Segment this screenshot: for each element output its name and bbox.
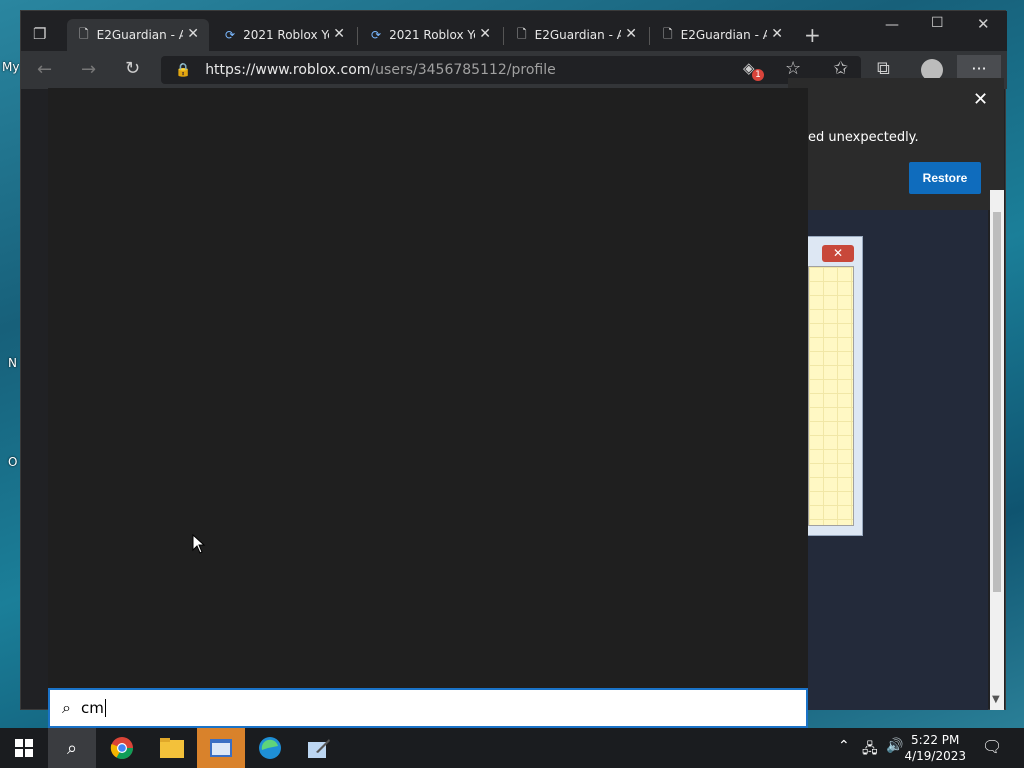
notifications-icon[interactable]: 🗨 [982,737,1002,756]
desktop-icon-label[interactable]: O [8,455,17,469]
show-hidden-icons-icon[interactable]: ⌃ [838,738,850,754]
folder-icon [160,738,184,758]
chrome-icon [110,737,133,759]
restore-message: ed unexpectedly. [808,130,919,145]
url-path: /users/3456785112/profile [370,62,556,78]
taskbar-edge[interactable] [246,728,294,768]
mouse-cursor-icon [192,534,206,554]
tab-roblox-2[interactable]: ⟳ 2021 Roblox Ye ✕ [359,19,501,51]
tab-actions-icon[interactable]: ❐ [33,25,46,43]
page-icon: 🗋 [79,26,89,41]
loading-icon: ⟳ [371,28,382,42]
taskbar-clock[interactable]: 5:22 PM 4/19/2023 [904,732,966,764]
scrollbar-thumb[interactable] [993,212,1001,592]
tab-separator [357,27,358,45]
close-tab-icon[interactable]: ✕ [187,26,199,42]
start-button[interactable] [0,728,48,768]
tab-roblox-1[interactable]: ⟳ 2021 Roblox Ye ✕ [213,19,355,51]
tab-label: 2021 Roblox Ye [389,28,476,42]
search-icon: ⌕ [62,698,71,717]
url-host: https://www.roblox.com [205,62,371,78]
taskbar-search-button[interactable]: ⌕ [48,728,96,768]
tab-strip: ❐ 🗋 E2Guardian - A ✕ ⟳ 2021 Roblox Ye ✕ … [21,11,1007,51]
tab-e2guardian-1[interactable]: 🗋 E2Guardian - A ✕ [67,19,209,51]
close-icon[interactable]: ✕ [822,245,854,262]
taskbar: ⌕ ⌃ 🖧 🔊 5:22 PM 4/19/2023 🗨 [0,728,1024,768]
page-icon: 🗋 [517,26,527,41]
tracking-badge: 1 [752,69,764,81]
refresh-icon[interactable]: ↻ [125,58,140,79]
taskbar-chrome[interactable] [98,728,146,768]
volume-icon[interactable]: 🔊 [886,738,903,754]
window-app-icon [210,739,232,757]
tab-separator [503,27,504,45]
close-tab-icon[interactable]: ✕ [479,26,491,42]
taskbar-notes-app[interactable] [295,728,343,768]
network-icon[interactable]: 🖧 [862,738,878,762]
start-search-panel [48,88,808,688]
add-favorite-icon[interactable]: ☆ [785,58,801,79]
restore-button[interactable]: Restore [909,162,981,194]
clock-time: 5:22 PM [911,733,960,747]
lock-icon[interactable]: 🔒 [175,63,191,78]
close-tab-icon[interactable]: ✕ [333,26,345,42]
tab-label: 2021 Roblox Ye [243,28,330,42]
scroll-down-icon[interactable]: ▼ [992,694,1000,705]
search-icon: ⌕ [66,737,78,759]
collections-icon[interactable]: ⧉ [877,58,890,79]
notes-body[interactable] [808,266,854,526]
minimize-icon[interactable]: — [885,17,899,33]
close-window-icon[interactable]: ✕ [977,15,990,33]
desktop-icon-label[interactable]: N [8,356,17,370]
favorites-icon[interactable]: ✩ [833,58,848,79]
tab-label: E2Guardian - A [680,28,767,42]
tab-e2guardian-3[interactable]: 🗋 E2Guardian - A ✕ [651,19,793,51]
clock-date: 4/19/2023 [904,749,966,763]
close-tab-icon[interactable]: ✕ [625,26,637,42]
text-caret [104,699,106,717]
search-input[interactable]: cm [81,699,104,717]
close-tab-icon[interactable]: ✕ [771,26,783,42]
tab-separator [649,27,650,45]
windows-logo-icon [15,739,33,757]
tab-label: E2Guardian - A [534,28,621,42]
page-icon: 🗋 [663,26,673,41]
start-search-box[interactable]: ⌕ cm [48,688,808,728]
maximize-icon[interactable]: ☐ [931,15,944,31]
desktop-icon-label[interactable]: My [2,60,19,74]
taskbar-active-app[interactable] [197,728,245,768]
back-icon[interactable]: ← [37,59,52,80]
new-tab-button[interactable]: + [804,23,821,47]
taskbar-file-explorer[interactable] [148,728,196,768]
tab-e2guardian-2[interactable]: 🗋 E2Guardian - A ✕ [505,19,647,51]
close-restore-icon[interactable]: ✕ [973,89,988,110]
forward-icon[interactable]: → [81,59,96,80]
notepad-icon [308,739,330,758]
tab-label: E2Guardian - A [96,28,183,42]
edge-icon [259,737,281,759]
loading-icon: ⟳ [225,28,236,42]
